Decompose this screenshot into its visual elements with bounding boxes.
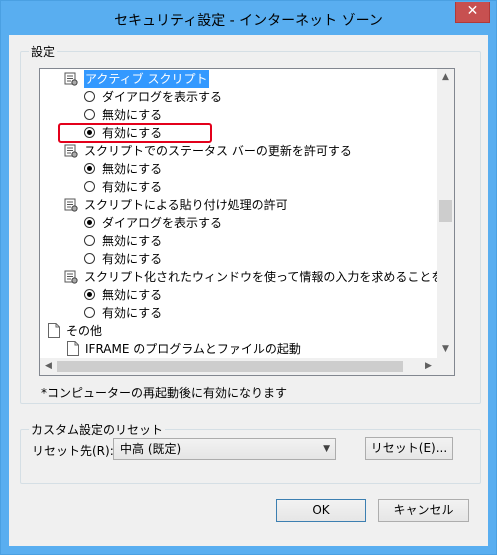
vertical-scroll-thumb[interactable] xyxy=(439,200,452,222)
script-settings-icon xyxy=(64,270,78,284)
horizontal-scroll-thumb[interactable] xyxy=(57,361,403,372)
tree-row-label: ダイアログを表示する xyxy=(102,216,223,230)
scroll-down-icon[interactable]: ▼ xyxy=(437,341,454,358)
chevron-down-icon: ▼ xyxy=(323,444,330,454)
radio-unselected-icon[interactable] xyxy=(84,307,95,318)
reset-level-select[interactable]: 中高 (既定) ▼ xyxy=(113,438,336,460)
security-settings-dialog: セキュリティ設定 - インターネット ゾーン ✕ 設定 アクティブ スクリプトダ… xyxy=(0,0,497,555)
reset-level-value: 中高 (既定) xyxy=(120,442,182,456)
tree-row-label: アクティブ スクリプト xyxy=(84,70,209,88)
radio-unselected-icon[interactable] xyxy=(84,253,95,264)
radio-unselected-icon[interactable] xyxy=(84,235,95,246)
scrollbar-corner xyxy=(437,358,454,375)
close-icon: ✕ xyxy=(466,3,479,19)
tree-row-label: その他 xyxy=(66,324,103,338)
radio-unselected-icon[interactable] xyxy=(84,181,95,192)
settings-tree[interactable]: アクティブ スクリプト ダイアログを表示する 無効にする 有効にする スクリプトでのステ… xyxy=(39,68,455,376)
close-button[interactable]: ✕ xyxy=(455,2,490,23)
scroll-up-icon[interactable]: ▲ xyxy=(437,69,454,86)
script-settings-icon xyxy=(64,72,78,86)
script-settings-icon xyxy=(64,198,78,212)
tree-row-label: 無効にする xyxy=(102,288,163,302)
restart-note: *コンピューターの再起動後に有効になります xyxy=(41,386,288,400)
reset-to-label: リセット先(R): xyxy=(32,444,114,458)
radio-selected-icon[interactable] xyxy=(84,217,95,228)
tree-row-label: ダイアログを表示する xyxy=(102,90,223,104)
tree-row-label: 有効にする xyxy=(102,306,163,320)
radio-selected-icon[interactable] xyxy=(84,163,95,174)
scroll-right-icon[interactable]: ▶ xyxy=(420,358,437,375)
reset-button[interactable]: リセット(E)... xyxy=(365,437,453,460)
cancel-button[interactable]: キャンセル xyxy=(378,499,469,522)
radio-selected-icon[interactable] xyxy=(84,289,95,300)
page-icon xyxy=(48,323,60,338)
tree-row-label: 無効にする xyxy=(102,162,163,176)
reset-group-label: カスタム設定のリセット xyxy=(29,421,166,438)
tree-row-label: 有効にする xyxy=(102,252,163,266)
radio-unselected-icon[interactable] xyxy=(84,109,95,120)
tree-row-label: スクリプトによる貼り付け処理の許可 xyxy=(84,198,288,212)
vertical-scrollbar[interactable]: ▲ ▼ xyxy=(437,69,454,358)
tree-row-label: スクリプト化されたウィンドウを使って情報の入力を求めることを Web サイトに許… xyxy=(84,270,454,284)
radio-unselected-icon[interactable] xyxy=(84,91,95,102)
title-bar[interactable]: セキュリティ設定 - インターネット ゾーン ✕ xyxy=(1,1,496,35)
highlight-annotation xyxy=(58,123,212,143)
page-icon xyxy=(67,341,79,356)
window-title: セキュリティ設定 - インターネット ゾーン xyxy=(114,13,383,29)
tree-row-label: 無効にする xyxy=(102,234,163,248)
scroll-left-icon[interactable]: ◀ xyxy=(40,358,57,375)
tree-row-label: IFRAME のプログラムとファイルの起動 xyxy=(85,342,301,356)
tree-row-label: 有効にする xyxy=(102,180,163,194)
settings-group-label: 設定 xyxy=(29,43,58,60)
tree-row-label: スクリプトでのステータス バーの更新を許可する xyxy=(84,144,352,158)
tree-row-label: 無効にする xyxy=(102,108,163,122)
horizontal-scrollbar[interactable]: ◀ ▶ xyxy=(40,358,437,375)
ok-button[interactable]: OK xyxy=(276,499,366,522)
script-settings-icon xyxy=(64,144,78,158)
